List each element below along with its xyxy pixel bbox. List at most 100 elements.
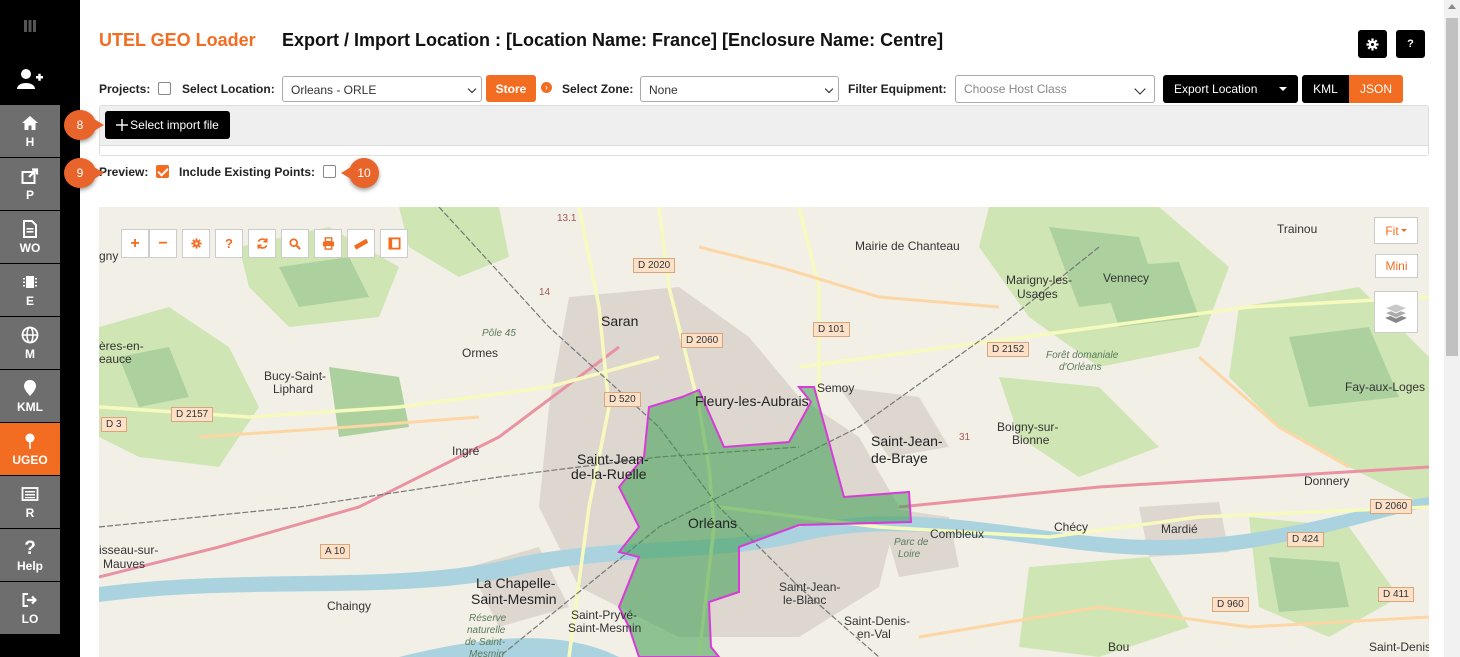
place-label: Bucy-Saint- [264,369,327,383]
host-class-select[interactable]: Choose Host Class [955,75,1155,103]
sidebar-item-label: LO [21,611,39,626]
sidebar-item-label: UGEO [12,452,48,467]
place-label: Saint-Jean- [779,580,841,594]
place-label: naturelle [467,625,506,636]
chip-icon [23,275,37,288]
place-label: Boigny-sur- [997,420,1059,434]
sidebar-item-home[interactable]: H [0,105,60,158]
map-help-button[interactable]: ? [215,229,243,258]
help-button[interactable]: ? [1396,30,1425,58]
scrollbar-thumb[interactable] [1446,18,1458,356]
sidebar-item-equipment[interactable]: E [0,264,60,317]
gear-icon [190,238,202,249]
zoom-out-button[interactable]: − [149,229,177,258]
location-select[interactable]: Orleans - ORLE [282,76,482,102]
layers-icon [1383,303,1409,323]
chevron-down-icon [824,84,834,94]
place-label: Usages [1017,287,1058,301]
map-pin-icon [25,433,35,449]
sidebar-item-label: E [25,293,34,308]
home-icon [22,115,38,130]
projects-label: Projects: [99,82,151,96]
fit-label: Fit [1385,223,1399,238]
road-label: D 3 [101,417,127,432]
sidebar-item-projects[interactable]: P [0,158,60,211]
chevron-down-icon [467,84,477,94]
zoom-in-button[interactable]: + [121,229,149,258]
map-view[interactable]: + − ? Fit Mini gny ères-en- eauce Saran … [99,207,1429,657]
projects-checkbox[interactable] [158,82,171,95]
json-button[interactable]: JSON [1349,75,1403,103]
place-label: Marigny-les- [1006,273,1073,287]
road-label: D 520 [604,392,641,407]
scroll-up-icon[interactable] [1448,4,1456,9]
map-measure-button[interactable] [347,229,375,258]
map-refresh-button[interactable] [248,229,276,258]
map-search-button[interactable] [281,229,309,258]
map-settings-button[interactable] [182,229,210,258]
map-frame-button[interactable] [380,229,408,258]
zone-select[interactable]: None [640,76,839,102]
road-label: A 10 [320,544,351,559]
svg-text:?: ? [24,538,36,556]
road-label: D 2060 [1370,499,1413,514]
place-label: Saran [601,313,639,329]
export-location-button[interactable]: Export Location [1163,75,1298,103]
mini-button[interactable]: Mini [1375,254,1418,278]
add-user-icon[interactable] [0,52,60,105]
location-select-value: Orleans - ORLE [291,83,377,97]
callout-badge: 10 [341,158,379,188]
place-label: Bionne [1012,433,1050,447]
sidebar-item-map[interactable]: M [0,317,60,370]
place-label: Liphard [273,382,314,396]
sidebar-item-ugeo[interactable]: UGEO [0,423,60,476]
place-label: Ingré [452,444,480,458]
list-icon [21,486,39,501]
place-label: Fay-aux-Loges [1345,380,1426,394]
road-label: D 2157 [171,407,214,422]
place-label: isseau-sur- [99,543,159,557]
layers-button[interactable] [1374,291,1418,333]
sidebar-item-kml[interactable]: KML [0,370,60,423]
road-label: 14 [539,287,551,298]
page-scrollbar[interactable] [1444,0,1460,657]
settings-button[interactable] [1358,30,1387,58]
gear-icon [1366,37,1379,51]
sidebar-item-help[interactable]: ? Help [0,529,60,582]
place-label: Trainou [1277,222,1318,236]
fit-dropdown-button[interactable]: Fit [1374,217,1418,244]
map-pin-icon [24,379,36,396]
place-label: en-Val [857,627,891,641]
kml-button[interactable]: KML [1302,75,1349,103]
place-label: Mesmin [469,649,505,657]
place-label: Vennecy [1103,271,1150,285]
place-label: Orléans [688,515,738,531]
sidebar-item-reports[interactable]: R [0,476,60,529]
road-label: D 960 [1212,597,1249,612]
callout-badge: 9 [64,158,104,188]
zone-select-value: None [649,83,678,97]
sidebar-item-logout[interactable]: LO [0,582,60,635]
select-import-file-button[interactable]: Select import file [105,111,230,139]
callout-badge: 8 [64,110,104,140]
road-label: D 2152 [987,342,1030,357]
sidebar-item-work-orders[interactable]: WO [0,211,60,264]
place-label: de-Braye [871,450,928,466]
place-label: Combleux [930,527,985,541]
sidebar-item-label: R [25,505,35,520]
menu-toggle-icon[interactable] [0,0,60,52]
place-label: Mairie de Chanteau [855,239,960,253]
road-label: D 411 [1378,587,1414,602]
store-button[interactable]: Store [486,75,536,102]
place-label: Saint-Mesmin [568,621,642,635]
sidebar-item-label: M [25,346,35,361]
preview-checkbox[interactable] [156,165,169,178]
chevron-down-icon [1134,83,1146,95]
map-toolbar: + − ? [121,229,413,258]
frame-icon [387,237,401,250]
place-label: Pôle 45 [482,328,516,339]
question-icon: ? [24,538,36,556]
map-print-button[interactable] [314,229,342,258]
caret-down-icon [1400,229,1407,232]
include-existing-points-checkbox[interactable] [323,165,336,178]
